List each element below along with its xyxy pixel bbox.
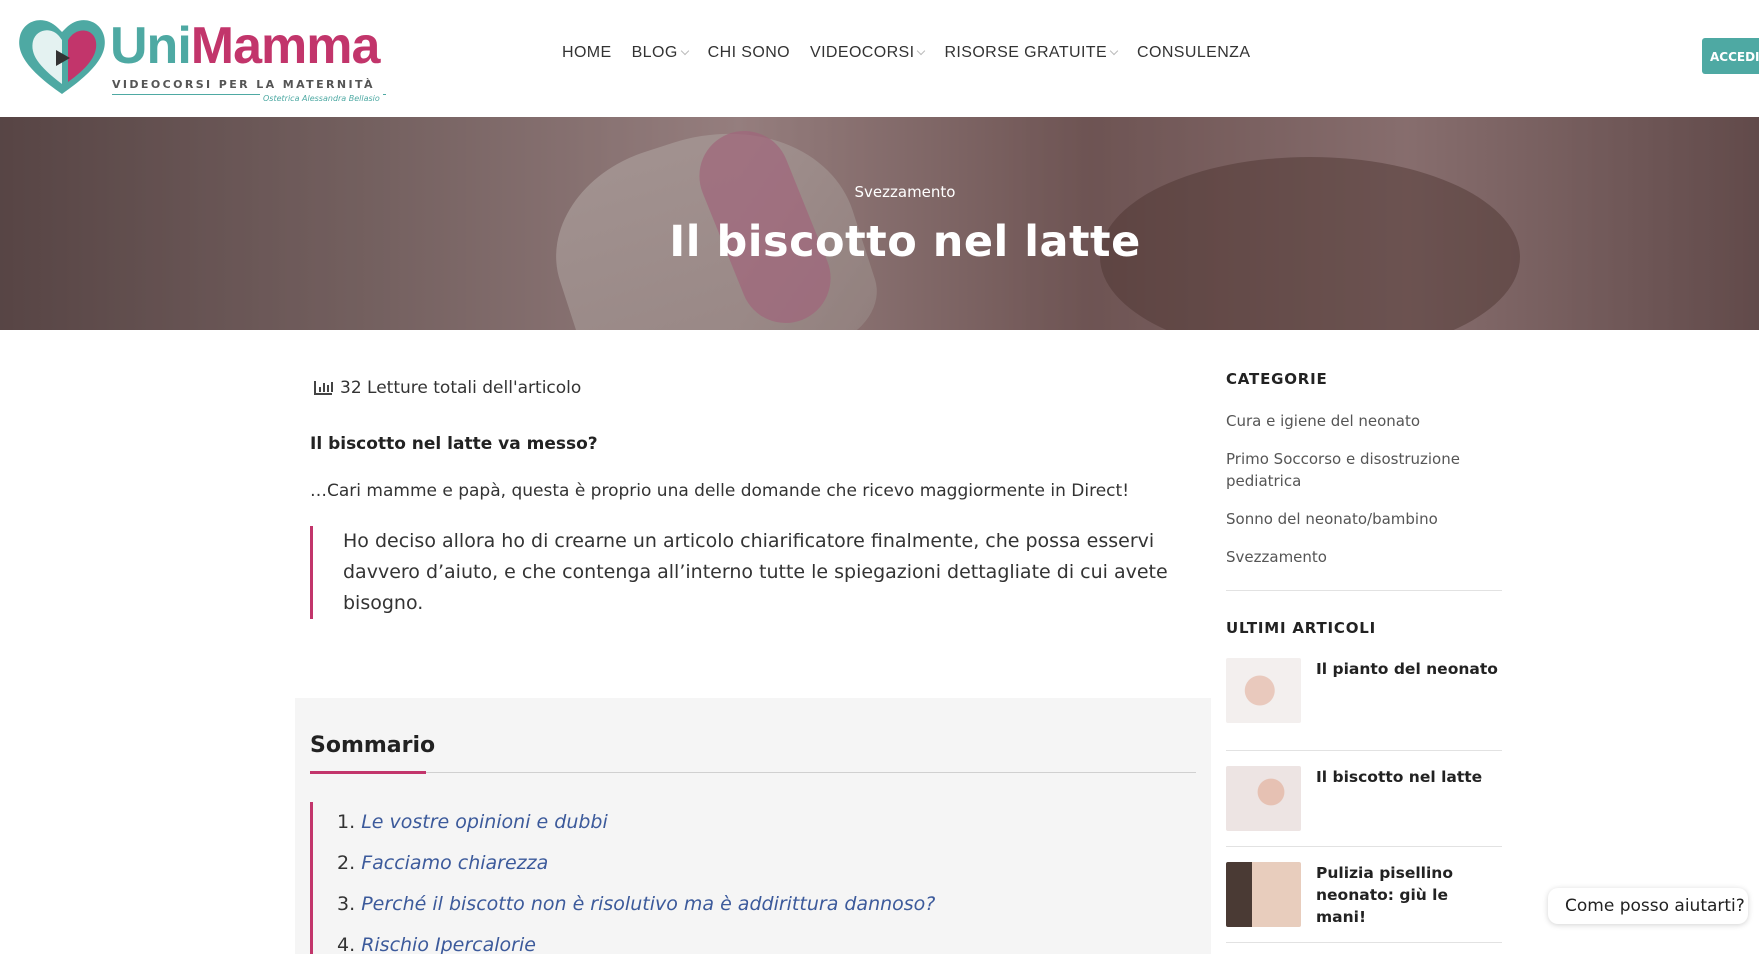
post-thumbnail[interactable] <box>1226 862 1301 927</box>
heart-logo-icon <box>19 20 105 94</box>
site-logo[interactable]: UniMamma VIDEOCORSI PER LA MATERNITÀ Ost… <box>16 14 396 103</box>
post-title[interactable]: Il pianto del neonato <box>1316 658 1498 750</box>
read-count-text: 32 Letture totali dell'articolo <box>340 378 582 398</box>
post-thumbnail[interactable] <box>1226 766 1301 831</box>
toc-link[interactable]: Perché il biscotto non è risolutivo ma è… <box>361 893 935 915</box>
table-of-contents: Sommario 1. Le vostre opinioni e dubbi 2… <box>295 698 1211 954</box>
chevron-down-icon <box>917 46 926 56</box>
latest-post[interactable]: Pulizia pisellino neonato: giù le mani! <box>1226 847 1502 943</box>
bar-chart-icon <box>314 381 333 395</box>
nav-blog[interactable]: BLOG <box>632 44 689 62</box>
logo-signature: Ostetrica Alessandra Bellasio <box>260 94 383 103</box>
latest-posts-heading: ULTIMI ARTICOLI <box>1226 619 1376 637</box>
toc-item: 3. Perché il biscotto non è risolutivo m… <box>337 893 936 915</box>
toc-link[interactable]: Le vostre opinioni e dubbi <box>361 811 608 833</box>
category-link[interactable]: Cura e igiene del neonato <box>1226 410 1502 432</box>
toc-divider <box>310 772 1196 773</box>
toc-title: Sommario <box>310 733 436 758</box>
toc-item: 2. Facciamo chiarezza <box>337 852 549 874</box>
chat-widget-button[interactable]: Come posso aiutarti? <box>1548 888 1748 924</box>
hero-category[interactable]: Svezzamento <box>0 183 1759 201</box>
category-list: Cura e igiene del neonato Primo Soccorso… <box>1226 410 1502 568</box>
latest-post[interactable]: Il biscotto nel latte <box>1226 751 1502 847</box>
nav-risorse-gratuite[interactable]: RISORSE GRATUITE <box>944 44 1119 62</box>
logo-tagline: VIDEOCORSI PER LA MATERNITÀ <box>112 78 375 91</box>
toc-item: 1. Le vostre opinioni e dubbi <box>337 811 608 833</box>
article-intro: …Cari mamme e papà, questa è proprio una… <box>310 481 1130 501</box>
category-link[interactable]: Primo Soccorso e disostruzione pediatric… <box>1226 448 1502 492</box>
chevron-down-icon <box>1109 46 1119 56</box>
article-question: Il biscotto nel latte va messo? <box>310 434 598 454</box>
toc-link[interactable]: Facciamo chiarezza <box>361 852 548 874</box>
toc-link[interactable]: Rischio Ipercalorie <box>361 934 536 954</box>
read-count: 32 Letture totali dell'articolo <box>314 378 581 398</box>
toc-divider-accent <box>310 771 426 774</box>
category-link[interactable]: Svezzamento <box>1226 546 1502 568</box>
chevron-down-icon <box>680 46 689 56</box>
post-title[interactable]: Il biscotto nel latte <box>1316 766 1482 846</box>
category-link[interactable]: Sonno del neonato/bambino <box>1226 508 1502 530</box>
logo-wordmark: UniMamma <box>110 17 380 75</box>
latest-post[interactable]: Il pianto del neonato <box>1226 655 1502 751</box>
post-thumbnail[interactable] <box>1226 658 1301 723</box>
toc-list: 1. Le vostre opinioni e dubbi 2. Facciam… <box>310 802 935 954</box>
sidebar: CATEGORIE Cura e igiene del neonato Prim… <box>1226 370 1502 943</box>
categories-heading: CATEGORIE <box>1226 370 1328 388</box>
login-button[interactable]: ACCEDI <box>1702 38 1759 74</box>
post-title[interactable]: Pulizia pisellino neonato: giù le mani! <box>1316 862 1502 942</box>
nav-chi-sono[interactable]: CHI SONO <box>708 44 790 62</box>
article-quote: Ho deciso allora ho di crearne un artico… <box>310 526 1170 619</box>
sidebar-divider <box>1226 590 1502 591</box>
nav-home[interactable]: HOME <box>562 44 612 62</box>
nav-videocorsi[interactable]: VIDEOCORSI <box>810 44 926 62</box>
site-header: UniMamma VIDEOCORSI PER LA MATERNITÀ Ost… <box>0 0 1759 117</box>
nav-consulenza[interactable]: CONSULENZA <box>1137 44 1250 62</box>
toc-item: 4. Rischio Ipercalorie <box>337 934 536 954</box>
page-title: Il biscotto nel latte <box>669 217 1141 267</box>
main-nav: HOME BLOG CHI SONO VIDEOCORSI RISORSE GR… <box>562 44 1250 62</box>
